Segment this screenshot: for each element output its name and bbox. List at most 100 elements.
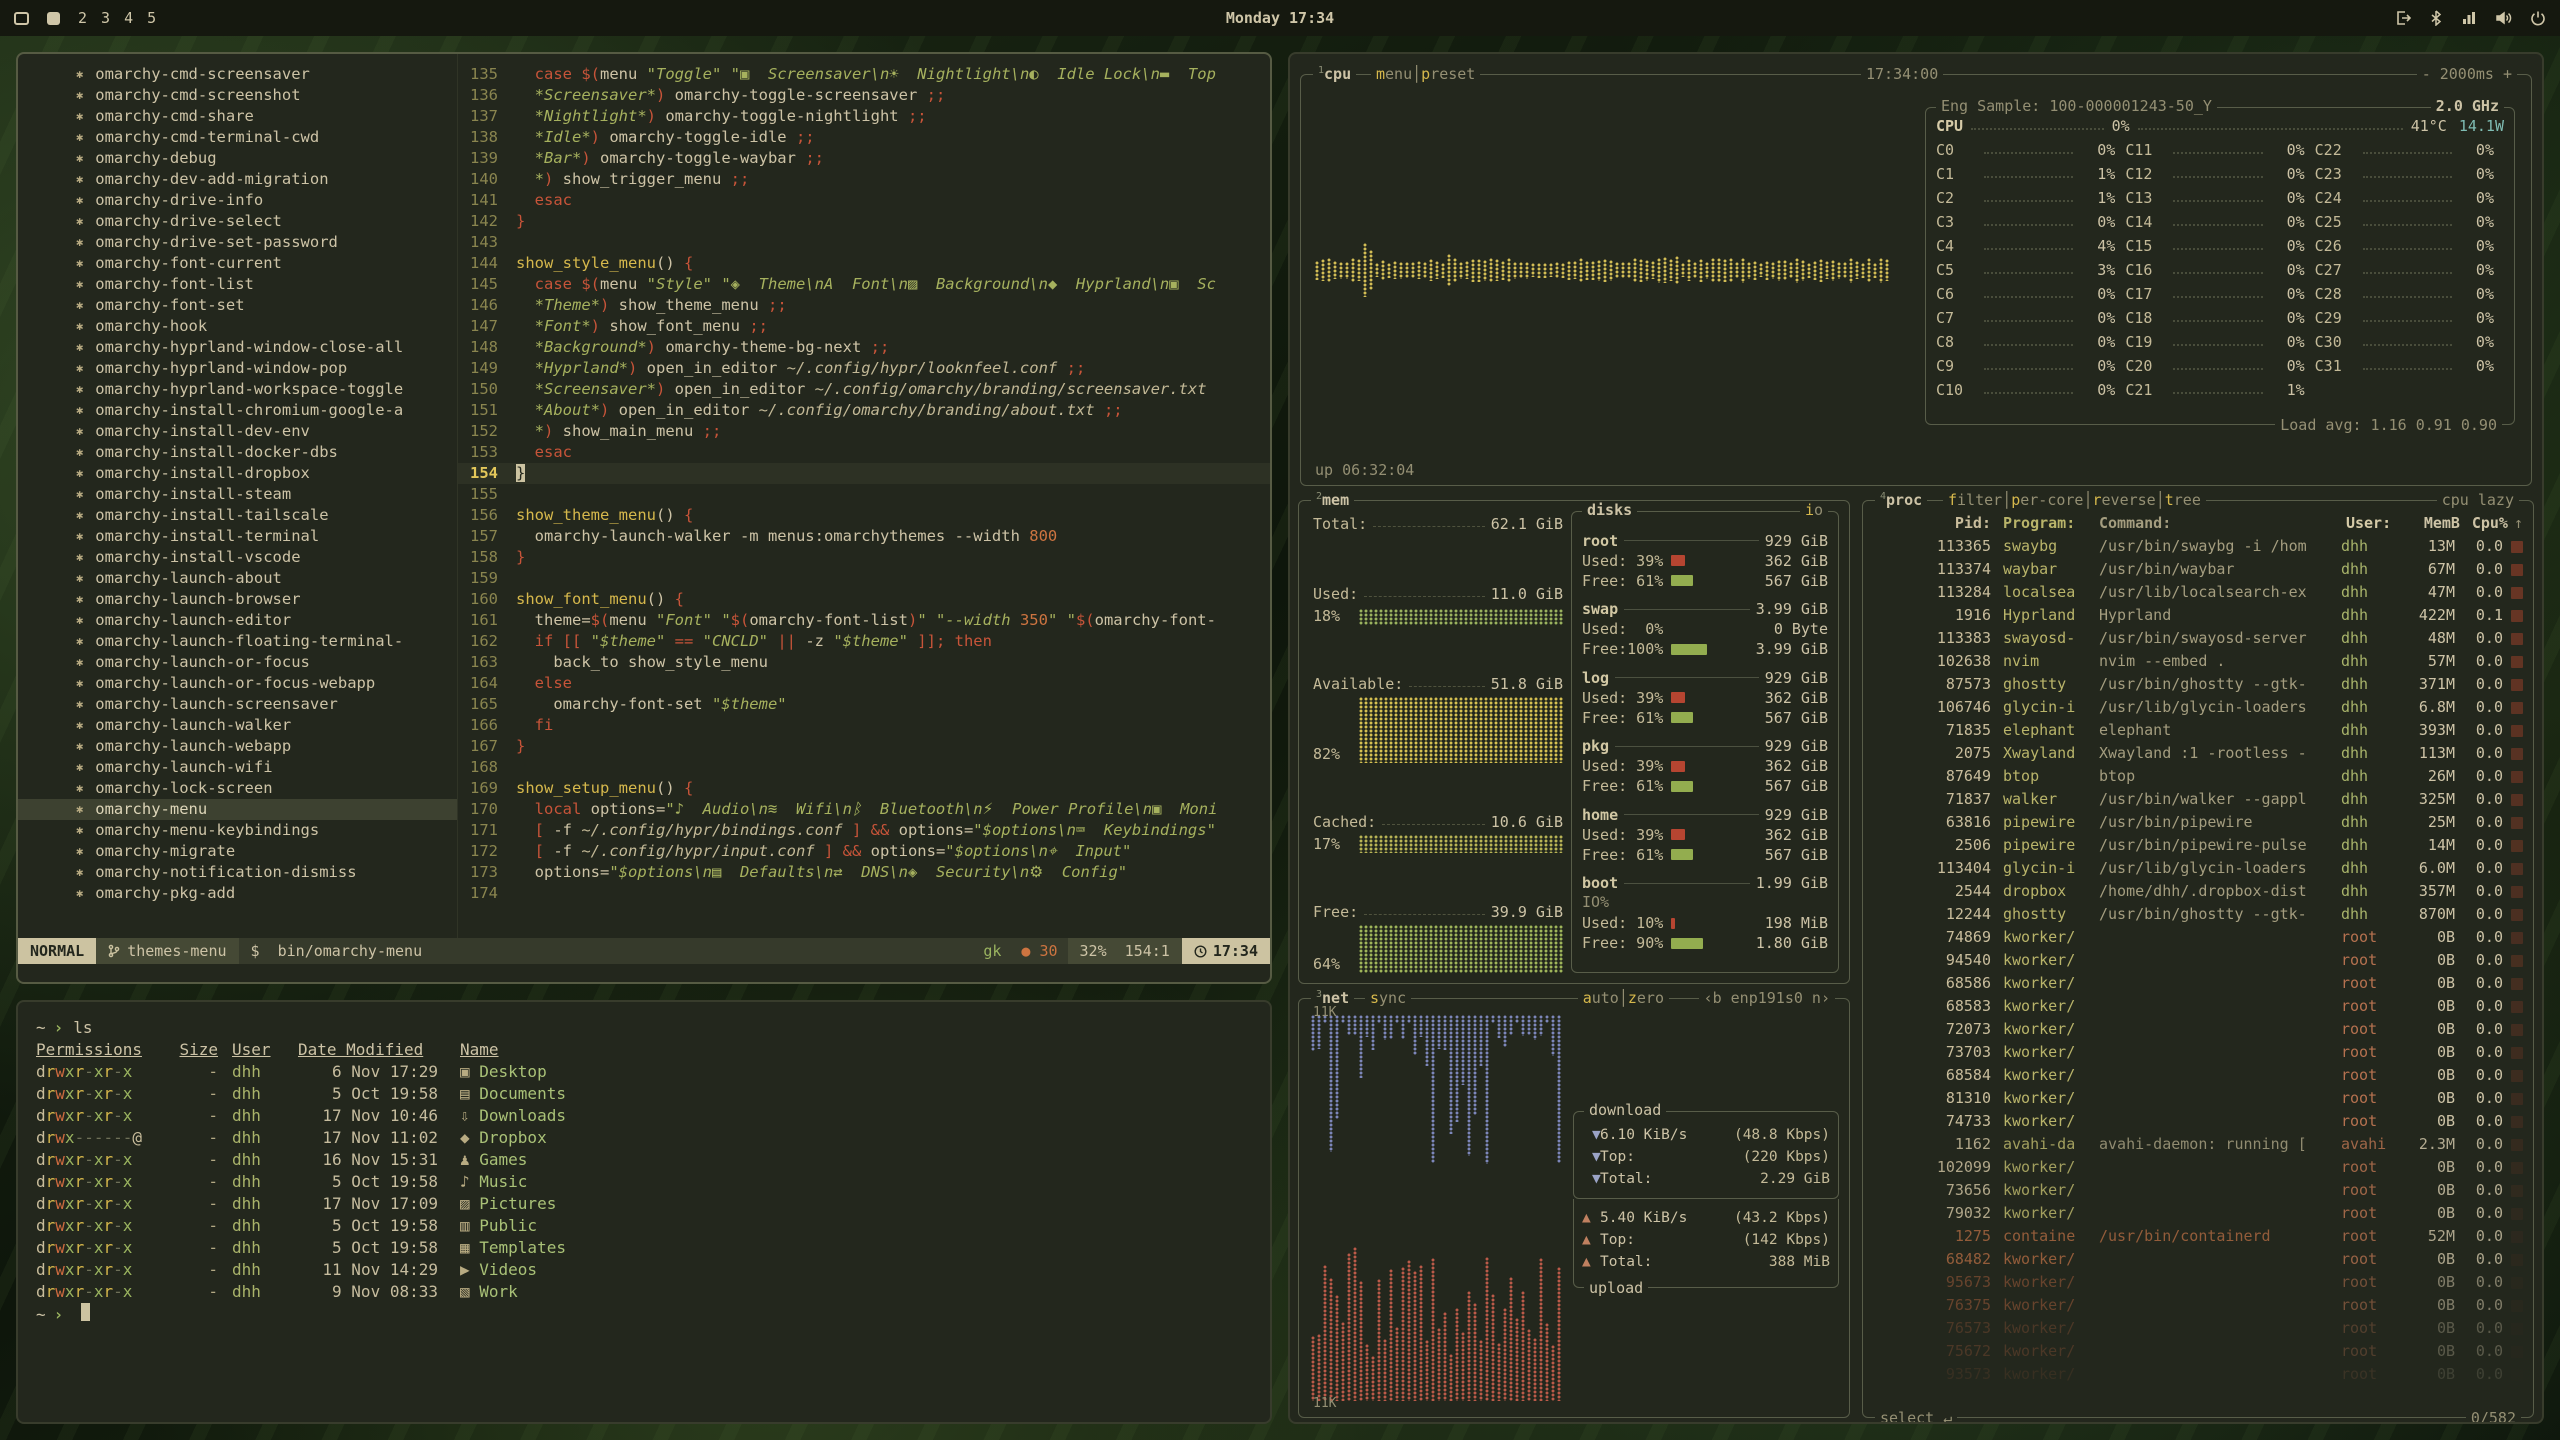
file-item[interactable]: ✱omarchy-install-terminal (18, 526, 457, 547)
file-item[interactable]: ✱omarchy-launch-editor (18, 610, 457, 631)
file-item[interactable]: ✱omarchy-pkg-add (18, 883, 457, 904)
file-item[interactable]: ✱omarchy-install-steam (18, 484, 457, 505)
file-item[interactable]: ✱omarchy-drive-select (18, 211, 457, 232)
file-item[interactable]: ✱omarchy-install-dropbox (18, 463, 457, 484)
file-item[interactable]: ✱omarchy-launch-browser (18, 589, 457, 610)
net-interface[interactable]: ‹b enp191s0 n› (1699, 989, 1835, 1007)
file-item[interactable]: ✱omarchy-drive-set-password (18, 232, 457, 253)
process-row[interactable]: 87649btopbtopdhh26M0.0 (1873, 765, 2523, 788)
process-row[interactable]: 113365swaybg/usr/bin/swaybg -i /homdhh13… (1873, 535, 2523, 558)
process-row[interactable]: 113383swayosd-/usr/bin/swayosd-serverdhh… (1873, 627, 2523, 650)
file-item[interactable]: ✱omarchy-drive-info (18, 190, 457, 211)
proc-sort-mode[interactable]: cpu lazy (2437, 491, 2519, 509)
proc-panel-title[interactable]: 4proc (1875, 491, 1927, 509)
mem-panel-title[interactable]: 2mem (1311, 491, 1354, 509)
process-row[interactable]: 106746glycin-i/usr/lib/glycin-loadersdhh… (1873, 696, 2523, 719)
file-item[interactable]: ✱omarchy-hook (18, 316, 457, 337)
process-row[interactable]: 68482kworker/root0B0.0 (1873, 1248, 2523, 1271)
terminal-cursor[interactable] (81, 1303, 90, 1321)
file-item[interactable]: ✱omarchy-hyprland-window-close-all (18, 337, 457, 358)
process-row[interactable]: 2075XwaylandXwayland :1 -rootless -dhh11… (1873, 742, 2523, 765)
file-item[interactable]: ✱omarchy-launch-or-focus (18, 652, 457, 673)
power-icon[interactable] (2530, 10, 2546, 26)
process-row[interactable]: 68583kworker/root0B0.0 (1873, 995, 2523, 1018)
proc-buttons[interactable]: filter│per-core│reverse│tree (1943, 491, 2206, 509)
process-row[interactable]: 74733kworker/root0B0.0 (1873, 1110, 2523, 1133)
file-item[interactable]: ✱omarchy-cmd-screensaver (18, 64, 457, 85)
file-item[interactable]: ✱omarchy-notification-dismiss (18, 862, 457, 883)
process-row[interactable]: 76375kworker/root0B0.0 (1873, 1294, 2523, 1317)
file-item[interactable]: ✱omarchy-install-dev-env (18, 421, 457, 442)
directory-row: drwxr-xr-x-dhh5 Oct 19:58▤ Documents (36, 1083, 1252, 1105)
file-item[interactable]: ✱omarchy-font-current (18, 253, 457, 274)
file-item[interactable]: ✱omarchy-cmd-terminal-cwd (18, 127, 457, 148)
select-hint[interactable]: select ↵ (1875, 1409, 1957, 1424)
net-buttons[interactable]: auto│zero (1578, 989, 1669, 1007)
file-item[interactable]: ✱omarchy-launch-screensaver (18, 694, 457, 715)
process-row[interactable]: 72073kworker/root0B0.0 (1873, 1018, 2523, 1041)
process-row[interactable]: 1162avahi-daavahi-daemon: running [avahi… (1873, 1133, 2523, 1156)
cpu-panel-title[interactable]: 1cpu (1313, 65, 1356, 83)
file-item[interactable]: ✱omarchy-dev-add-migration (18, 169, 457, 190)
file-item[interactable]: ✱omarchy-hyprland-workspace-toggle (18, 379, 457, 400)
file-item[interactable]: ✱omarchy-launch-walker (18, 715, 457, 736)
cpu-panel-buttons[interactable]: menu│preset (1371, 65, 1480, 83)
process-row[interactable]: 102099kworker/root0B0.0 (1873, 1156, 2523, 1179)
process-row[interactable]: 74869kworker/root0B0.0 (1873, 926, 2523, 949)
file-item[interactable]: ✱omarchy-debug (18, 148, 457, 169)
process-row[interactable]: 68584kworker/root0B0.0 (1873, 1064, 2523, 1087)
process-row[interactable]: 102638nvimnvim --embed .dhh57M0.0 (1873, 650, 2523, 673)
file-item[interactable]: ✱omarchy-launch-floating-terminal- (18, 631, 457, 652)
file-item[interactable]: ✱omarchy-install-chromium-google-a (18, 400, 457, 421)
file-item[interactable]: ✱omarchy-launch-webapp (18, 736, 457, 757)
file-item[interactable]: ✱omarchy-install-tailscale (18, 505, 457, 526)
file-item[interactable]: ✱omarchy-lock-screen (18, 778, 457, 799)
process-row[interactable]: 94540kworker/root0B0.0 (1873, 949, 2523, 972)
net-sync-button[interactable]: sync (1365, 989, 1411, 1007)
process-row[interactable]: 2506pipewire/usr/bin/pipewire-pulsedhh14… (1873, 834, 2523, 857)
update-interval[interactable]: - 2000ms + (2417, 65, 2517, 83)
file-item[interactable]: ✱omarchy-launch-wifi (18, 757, 457, 778)
process-row[interactable]: 113374waybar/usr/bin/waybardhh67M0.0 (1873, 558, 2523, 581)
file-item[interactable]: ✱omarchy-font-set (18, 295, 457, 316)
file-item[interactable]: ✱omarchy-cmd-screenshot (18, 85, 457, 106)
io-mode-button[interactable]: io (1800, 501, 1828, 519)
code-pane[interactable]: 135 case $(menu "Toggle" "▣ Screensaver\… (458, 54, 1270, 938)
file-item[interactable]: ✱omarchy-install-docker-dbs (18, 442, 457, 463)
file-item[interactable]: ✱omarchy-cmd-share (18, 106, 457, 127)
file-item[interactable]: ✱omarchy-hyprland-window-pop (18, 358, 457, 379)
file-item[interactable]: ✱omarchy-menu (18, 799, 457, 820)
file-item[interactable]: ✱omarchy-menu-keybindings (18, 820, 457, 841)
process-row[interactable]: 1275containe/usr/bin/containerdroot52M0.… (1873, 1225, 2523, 1248)
volume-icon[interactable] (2495, 10, 2512, 26)
process-row[interactable]: 73703kworker/root0B0.0 (1873, 1041, 2523, 1064)
file-item[interactable]: ✱omarchy-launch-about (18, 568, 457, 589)
process-row[interactable]: 95673kworker/root0B0.0 (1873, 1271, 2523, 1294)
file-item[interactable]: ✱omarchy-launch-or-focus-webapp (18, 673, 457, 694)
process-row[interactable]: 76573kworker/root0B0.0 (1873, 1317, 2523, 1340)
process-table-header[interactable]: Pid:Program:Command:User:MemBCpu%↑ (1873, 511, 2523, 535)
bluetooth-icon[interactable] (2429, 10, 2443, 26)
logout-icon[interactable] (2395, 10, 2411, 26)
file-item[interactable]: ✱omarchy-migrate (18, 841, 457, 862)
process-row[interactable]: 1916HyprlandHyprlanddhh422M0.1 (1873, 604, 2523, 627)
process-row[interactable]: 71837walker/usr/bin/walker --gappldhh325… (1873, 788, 2523, 811)
file-item[interactable]: ✱omarchy-install-vscode (18, 547, 457, 568)
process-row[interactable]: 2544dropbox/home/dhh/.dropbox-distdhh357… (1873, 880, 2523, 903)
process-row[interactable]: 93573kworker/root0B0.0 (1873, 1363, 2523, 1386)
process-row[interactable]: 79032kworker/root0B0.0 (1873, 1202, 2523, 1225)
process-row[interactable]: 73656kworker/root0B0.0 (1873, 1179, 2523, 1202)
file-item[interactable]: ✱omarchy-font-list (18, 274, 457, 295)
process-row[interactable]: 81310kworker/root0B0.0 (1873, 1087, 2523, 1110)
process-row[interactable]: 113404glycin-i/usr/lib/glycin-loadersdhh… (1873, 857, 2523, 880)
process-row[interactable]: 68586kworker/root0B0.0 (1873, 972, 2523, 995)
process-row[interactable]: 71835elephantelephantdhh393M0.0 (1873, 719, 2523, 742)
stats-icon[interactable] (2461, 10, 2477, 26)
process-row[interactable]: 87573ghostty/usr/bin/ghostty --gtk-dhh37… (1873, 673, 2523, 696)
process-row[interactable]: 75672kworker/root0B0.0 (1873, 1340, 2523, 1363)
process-row[interactable]: 12244ghostty/usr/bin/ghostty --gtk-dhh87… (1873, 903, 2523, 926)
terminal-window[interactable]: ~ › ls PermissionsSizeUserDate ModifiedN… (16, 1000, 1272, 1424)
file-explorer[interactable]: ✱omarchy-cmd-screensaver✱omarchy-cmd-scr… (18, 54, 458, 938)
process-row[interactable]: 113284localsea/usr/lib/localsearch-exdhh… (1873, 581, 2523, 604)
process-row[interactable]: 63816pipewire/usr/bin/pipewiredhh25M0.0 (1873, 811, 2523, 834)
